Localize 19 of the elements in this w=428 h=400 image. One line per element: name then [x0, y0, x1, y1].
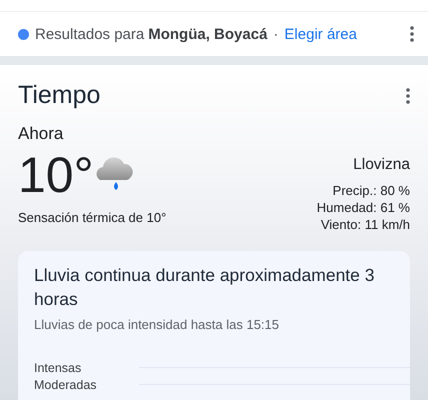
weather-detail: Precip.: 80 % [332, 182, 410, 199]
now-label: Ahora [18, 124, 64, 144]
forecast-headline: Lluvia continua durante aproximadamente 3 horas [34, 264, 376, 311]
temperature: 10° [18, 148, 94, 202]
choose-area-link[interactable]: Elegir área [284, 26, 357, 42]
condition-text: Llovizna [353, 156, 410, 174]
more-options-icon[interactable] [406, 88, 410, 104]
forecast-subtitle: Lluvias de poca intensidad hasta las 15:15 [34, 317, 280, 332]
more-options-icon[interactable] [410, 26, 414, 42]
weather-detail: Humedad: 61 % [316, 199, 410, 216]
location-name: Mongüa, Boyacá [148, 26, 268, 42]
separator-dot: · [273, 26, 278, 42]
intensity-label: Moderadas [34, 378, 98, 392]
location-dot-icon [18, 28, 29, 40]
location-text: Resultados para [35, 26, 144, 42]
intensity-label: Intensas [34, 360, 82, 374]
card-title: Tiempo [18, 81, 100, 110]
weather-detail: Viento: 11 km/h [320, 216, 410, 233]
feels-like-text: Sensación térmica de 10° [18, 210, 166, 225]
